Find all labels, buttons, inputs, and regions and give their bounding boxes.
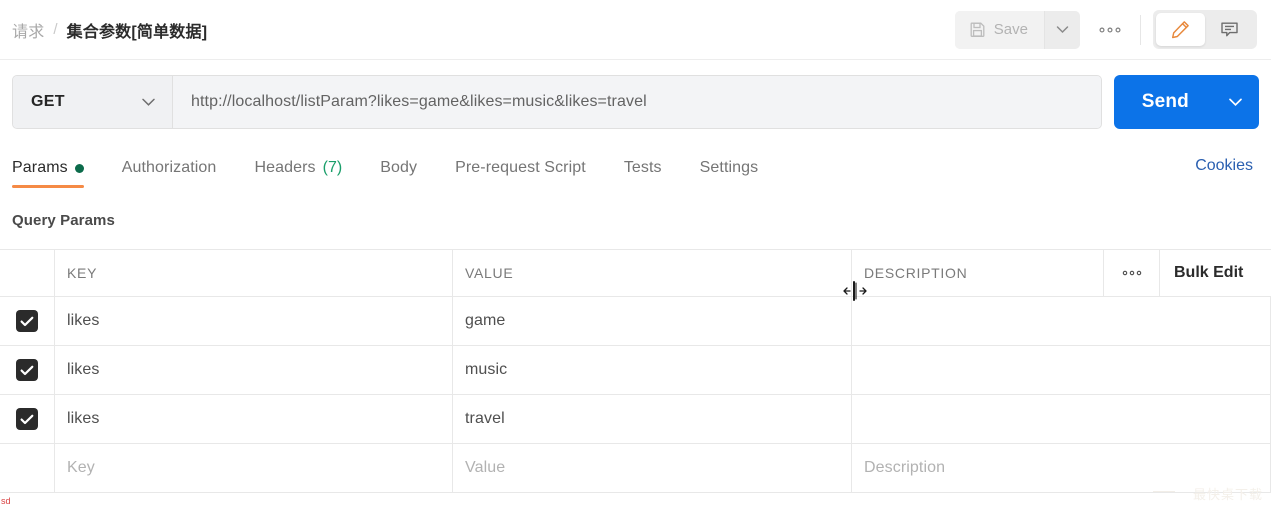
row-value-input[interactable]: game [453,297,852,345]
request-header: 请求 / 集合参数[简单数据] Save [0,0,1271,60]
send-button-label: Send [1141,91,1189,112]
send-button-group: Send [1113,75,1259,129]
table-row[interactable]: likes game [0,297,1271,346]
tab-tests[interactable]: Tests [624,150,678,186]
save-button[interactable]: Save [954,10,1044,49]
row-description-input[interactable] [852,346,1271,394]
chevron-down-icon [1056,25,1069,34]
ellipsis-icon [1099,27,1121,33]
breadcrumb: 请求 / 集合参数[简单数据] [0,18,955,42]
check-icon [20,365,34,376]
check-icon [20,414,34,425]
tab-tests-label: Tests [623,159,662,176]
modified-indicator-dot [74,163,84,173]
tab-body-label: Body [380,159,418,176]
bulk-edit-button[interactable]: Bulk Edit [1160,250,1271,296]
row-value-input[interactable]: travel [453,395,852,443]
header-divider [1140,14,1141,45]
url-bar: GET http://localhost/listParam?likes=gam… [0,60,1271,144]
cookies-link[interactable]: Cookies [1195,150,1259,175]
tab-settings-label: Settings [699,159,759,176]
table-more-options-button[interactable] [1104,250,1160,296]
tab-pre-request-script-label: Pre-request Script [455,159,586,176]
save-button-label: Save [993,21,1028,38]
watermark-text: 最快桌下载 [1192,487,1263,502]
query-params-title: Query Params [12,212,115,229]
watermark-rule [1153,491,1175,492]
table-header-row: KEY VALUE DESCRIPTION Bulk Edit [0,250,1271,297]
tab-pre-request-script[interactable]: Pre-request Script [455,150,602,186]
pencil-icon [1170,19,1191,40]
url-input[interactable]: http://localhost/listParam?likes=game&li… [173,76,1101,128]
bottom-left-note: sd [1,496,11,506]
http-method-select[interactable]: GET [13,76,173,128]
chevron-down-icon [1228,97,1243,107]
tab-authorization-label: Authorization [121,159,217,176]
breadcrumb-root[interactable]: 请求 [12,18,44,42]
postman-request-pane: 请求 / 集合参数[简单数据] Save GET http://localhos… [0,0,1271,510]
row-value-input[interactable]: music [453,346,852,394]
row-key-input[interactable]: likes [55,395,453,443]
tab-authorization[interactable]: Authorization [122,150,233,186]
edit-mode-button[interactable] [1156,13,1205,46]
send-dropdown-button[interactable] [1211,75,1259,129]
request-tabs: Params Authorization Headers (7) Body Pr… [0,150,1271,194]
chevron-down-icon [141,97,156,107]
tab-body[interactable]: Body [380,150,433,186]
row-checkbox-cell [0,297,55,345]
tab-settings[interactable]: Settings [700,150,775,186]
ellipsis-icon [1122,270,1142,276]
send-button[interactable]: Send [1114,75,1211,129]
comment-mode-button[interactable] [1205,13,1254,46]
column-header-key: KEY [55,250,453,296]
floppy-disk-icon [969,21,986,38]
comment-icon [1219,19,1240,40]
table-new-row[interactable]: Key Value Description [0,444,1271,493]
tab-params-label: Params [12,159,68,176]
row-enabled-checkbox[interactable] [16,359,38,381]
save-dropdown-button[interactable] [1044,10,1080,49]
select-all-cell [0,250,55,296]
table-row[interactable]: likes travel [0,395,1271,444]
http-method-value: GET [31,93,65,110]
tab-headers-count: (7) [322,159,343,176]
row-checkbox-cell [0,395,55,443]
method-url-group: GET http://localhost/listParam?likes=gam… [12,75,1102,129]
row-enabled-checkbox[interactable] [16,408,38,430]
request-more-options-button[interactable] [1088,11,1132,49]
save-button-group: Save [954,10,1080,49]
row-enabled-checkbox[interactable] [16,310,38,332]
row-key-input[interactable]: likes [55,297,453,345]
row-description-input[interactable] [852,395,1271,443]
breadcrumb-separator: / [53,21,58,38]
new-row-key-input[interactable]: Key [55,444,453,492]
url-value: http://localhost/listParam?likes=game&li… [191,93,647,110]
row-checkbox-cell [0,444,55,492]
header-actions: Save [954,10,1271,49]
page-title: 集合参数[简单数据] [66,23,208,41]
row-description-input[interactable] [852,297,1271,345]
check-icon [20,316,34,327]
row-key-input[interactable]: likes [55,346,453,394]
column-header-description: DESCRIPTION [852,250,1104,296]
tab-headers[interactable]: Headers (7) [254,150,358,186]
query-params-table: KEY VALUE DESCRIPTION Bulk Edit likes ga… [0,249,1271,493]
row-checkbox-cell [0,346,55,394]
table-row[interactable]: likes music [0,346,1271,395]
view-mode-toggle-group [1153,10,1257,49]
tab-headers-label: Headers [254,159,316,176]
tab-list: Params Authorization Headers (7) Body Pr… [12,150,1195,188]
tab-params[interactable]: Params [12,150,100,188]
column-header-value: VALUE [453,250,852,296]
new-row-value-input[interactable]: Value [453,444,852,492]
